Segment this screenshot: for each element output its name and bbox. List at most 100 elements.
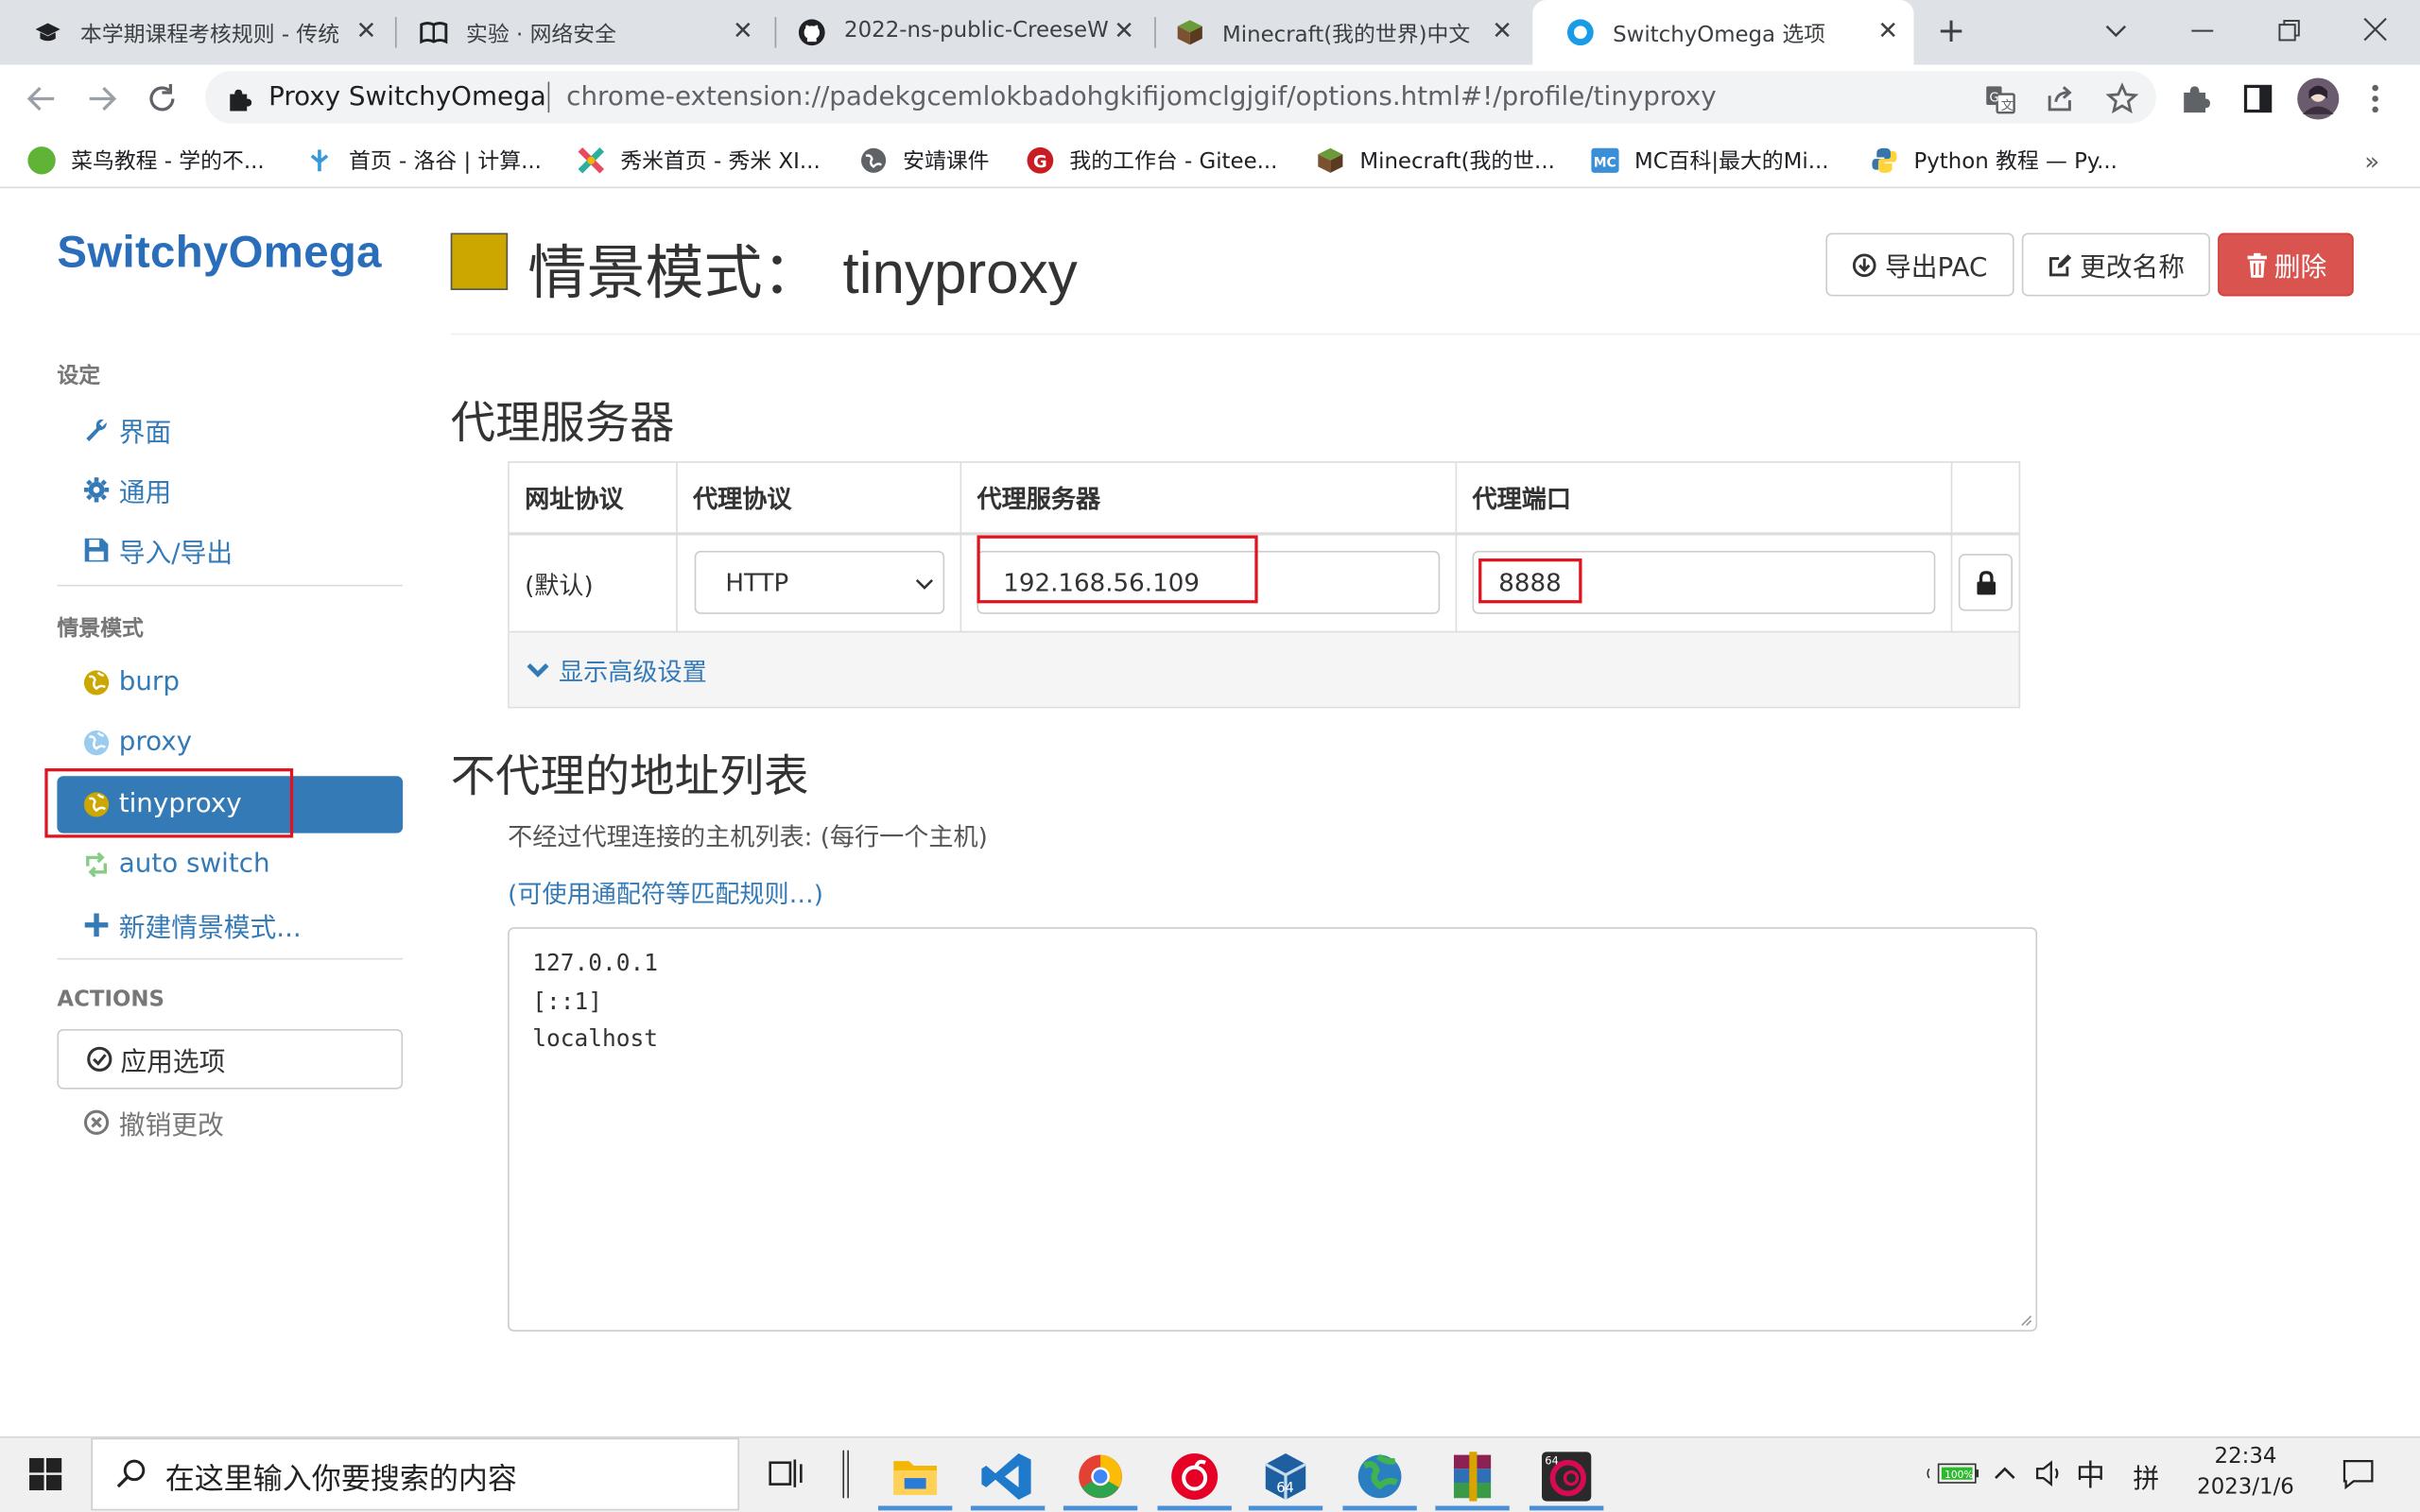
wildcard-rules-link[interactable]: (可使用通配符等匹配规则…) <box>508 873 823 910</box>
browser-tab-2[interactable]: 实验 · 网络安全 ✕ <box>386 0 769 65</box>
xiumi-icon <box>578 147 605 174</box>
trash-icon <box>2246 251 2267 278</box>
close-tab-icon[interactable]: ✕ <box>355 15 376 46</box>
bookmark-item[interactable]: 菜鸟教程 - 学的不... <box>27 144 265 178</box>
close-window-icon[interactable] <box>2361 15 2389 43</box>
close-tab-icon[interactable]: ✕ <box>1492 15 1512 46</box>
graduation-cap-icon <box>35 23 60 42</box>
vscode-icon[interactable] <box>977 1446 1038 1507</box>
bookmark-item[interactable]: G 我的工作台 - Gitee... <box>1027 144 1278 178</box>
taskbar-clock[interactable]: 22:34 2023/1/6 <box>2183 1441 2309 1503</box>
bookmark-item[interactable]: Minecraft(我的世... <box>1317 144 1555 178</box>
taskbar-search-placeholder: 在这里输入你要搜索的内容 <box>164 1462 517 1497</box>
omnibox-url[interactable]: chrome-extension://padekgcemlokbadohgkif… <box>566 82 1717 113</box>
rename-button[interactable]: 更改名称 <box>2021 232 2210 297</box>
netease-music-icon[interactable] <box>1164 1446 1225 1507</box>
chrome-icon[interactable] <box>1069 1446 1131 1507</box>
network-globe-icon[interactable] <box>1349 1446 1410 1507</box>
export-pac-button[interactable]: 导出PAC <box>1825 232 2014 297</box>
svg-text:G: G <box>1989 92 1998 106</box>
nav-item-general[interactable]: 通用 <box>83 468 171 511</box>
debian-vm-icon[interactable]: 64 <box>1535 1446 1597 1507</box>
nav-item-interface[interactable]: 界面 <box>83 407 171 451</box>
restore-icon[interactable] <box>2275 17 2303 44</box>
nav-profile-burp[interactable]: burp <box>83 661 180 704</box>
bookmark-item[interactable]: 安靖课件 <box>859 144 990 178</box>
volume-icon[interactable] <box>2034 1458 2066 1489</box>
app-brand[interactable]: SwitchyOmega <box>57 229 381 280</box>
nav-profile-proxy[interactable]: proxy <box>83 720 192 764</box>
auth-lock-button[interactable] <box>1958 554 2013 611</box>
bookmark-item[interactable]: MC MC百科|最大的Mi... <box>1591 144 1829 178</box>
virtualbox-icon[interactable]: 64 <box>1254 1446 1316 1507</box>
proxy-servers-heading: 代理服务器 <box>450 396 675 450</box>
omnibox-site-name: Proxy SwitchyOmega <box>268 81 546 113</box>
nav-profile-auto-switch[interactable]: auto switch <box>83 842 270 885</box>
back-arrow-icon[interactable] <box>23 80 60 117</box>
download-circle-icon <box>1853 252 1877 277</box>
translate-icon[interactable]: G文 <box>1983 82 2017 116</box>
bookmark-star-icon[interactable] <box>2105 82 2139 116</box>
tab-search-chevron-icon[interactable] <box>2102 17 2130 44</box>
browser-tab-4[interactable]: Minecraft(我的世界)中文 ✕ <box>1142 0 1528 65</box>
nav-item-label: 新建情景模式... <box>118 912 302 944</box>
globe-icon <box>861 147 887 173</box>
show-advanced-link[interactable]: 显示高级设置 <box>527 651 707 688</box>
chevron-down-icon <box>527 662 549 678</box>
browser-tab-5-active[interactable]: SwitchyOmega 选项 ✕ <box>1532 0 1914 65</box>
close-tab-icon[interactable]: ✕ <box>1877 15 1898 46</box>
chevron-down-icon <box>915 578 934 590</box>
bypass-list-textarea[interactable]: 127.0.0.1 [::1] localhost <box>508 927 2038 1332</box>
ime-mode-indicator[interactable]: 拼 <box>2133 1456 2159 1495</box>
extensions-puzzle-icon[interactable] <box>2179 82 2213 116</box>
nav-item-import-export[interactable]: 导入/导出 <box>83 527 233 571</box>
nav-new-profile[interactable]: 新建情景模式... <box>83 902 302 946</box>
share-icon[interactable] <box>2044 82 2078 116</box>
running-indicator <box>1529 1505 1604 1511</box>
new-tab-button[interactable]: + <box>1937 12 1965 52</box>
page-title-profile: tinyproxy <box>842 242 1078 307</box>
reload-icon[interactable] <box>144 80 181 117</box>
apply-options-button[interactable]: 应用选项 <box>57 1028 404 1090</box>
lock-icon <box>1976 570 1996 594</box>
scheme-cell: (默认) <box>525 571 594 601</box>
browser-tab-3[interactable]: 2022-ns-public-CreeseW ✕ <box>764 0 1150 65</box>
runoob-icon <box>27 146 56 175</box>
minimize-icon[interactable] <box>2188 17 2216 44</box>
bookmark-label: 我的工作台 - Gitee... <box>1069 149 1278 175</box>
close-tab-icon[interactable]: ✕ <box>1114 15 1134 46</box>
running-indicator <box>1435 1505 1510 1511</box>
battery-icon[interactable]: 100% <box>1927 1463 1982 1485</box>
tray-chevron-up-icon[interactable] <box>1993 1463 2017 1485</box>
protocol-select[interactable]: HTTP <box>694 550 945 614</box>
svg-text:G: G <box>1033 152 1047 172</box>
profile-color-swatch[interactable] <box>450 232 509 290</box>
nav-item-label: proxy <box>118 726 193 758</box>
minecraft-block-icon <box>1177 20 1202 45</box>
file-explorer-icon[interactable] <box>885 1446 946 1507</box>
close-tab-icon[interactable]: ✕ <box>733 15 753 46</box>
bypass-list-heading: 不代理的地址列表 <box>450 749 809 802</box>
table-column-rule <box>676 462 678 633</box>
bookmarks-overflow-chevron[interactable]: » <box>2364 144 2379 178</box>
windows-start-icon[interactable] <box>29 1457 62 1491</box>
notification-center-icon[interactable] <box>2342 1456 2376 1490</box>
bookmark-item[interactable]: Python 教程 — Py... <box>1871 144 2118 178</box>
x-circle-icon <box>83 1108 110 1135</box>
ime-language-indicator[interactable]: 中 <box>2076 1453 2105 1495</box>
nav-item-label: 通用 <box>118 477 172 508</box>
browser-tab-1[interactable]: 本学期课程考核规则 - 传统 ✕ <box>0 0 392 65</box>
task-view-icon[interactable] <box>769 1458 803 1489</box>
discard-changes-link[interactable]: 撤销更改 <box>83 1103 224 1141</box>
bookmark-item[interactable]: 秀米首页 - 秀米 XI... <box>578 144 821 178</box>
column-header-protocol: 代理协议 <box>693 484 792 514</box>
forward-arrow-icon[interactable] <box>83 80 120 117</box>
bookmark-item[interactable]: 首页 - 洛谷 | 计算... <box>305 144 542 178</box>
kebab-menu-icon[interactable] <box>2364 82 2386 116</box>
resize-grip-icon[interactable] <box>2017 1312 2032 1327</box>
profile-avatar[interactable] <box>2296 77 2340 121</box>
bookmark-label: Python 教程 — Py... <box>1913 149 2118 175</box>
delete-button[interactable]: 删除 <box>2218 232 2354 297</box>
side-panel-icon[interactable] <box>2241 82 2275 116</box>
winrar-icon[interactable] <box>1442 1446 1503 1507</box>
